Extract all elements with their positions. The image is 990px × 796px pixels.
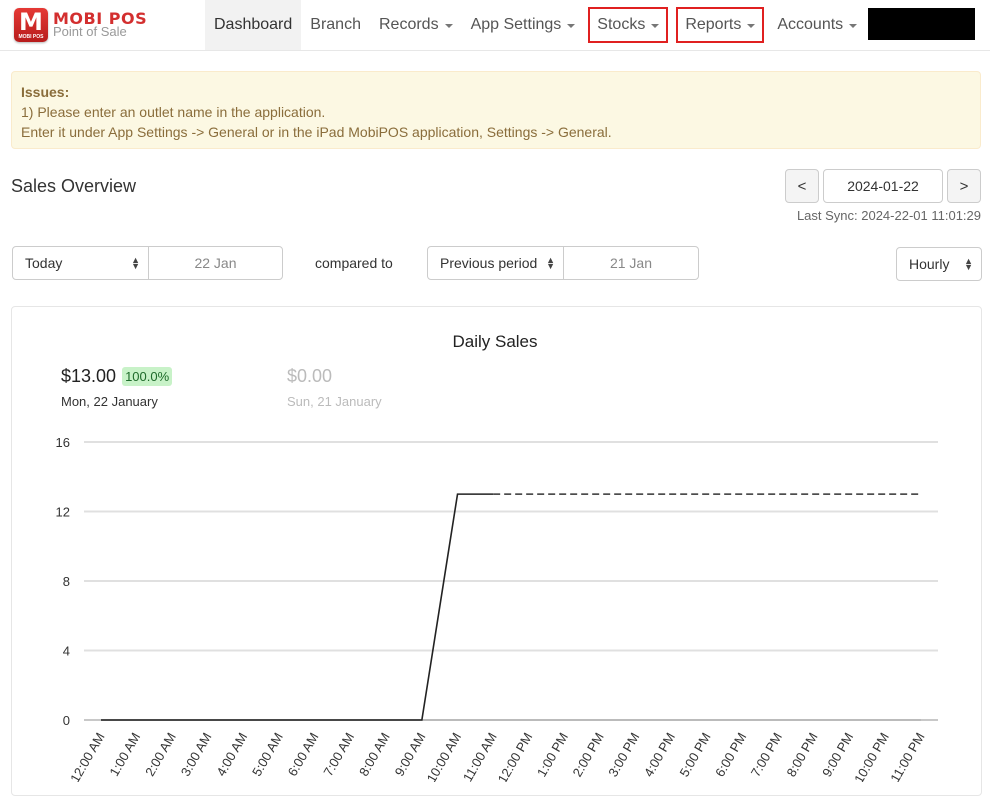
x-tick-label: 1:00 AM bbox=[106, 730, 143, 779]
x-tick-label: 1:00 PM bbox=[534, 730, 571, 779]
x-tick-label: 12:00 AM bbox=[67, 730, 107, 782]
x-tick-label: 8:00 PM bbox=[783, 730, 820, 779]
x-tick-label: 4:00 PM bbox=[641, 730, 678, 779]
x-tick-label: 11:00 AM bbox=[460, 730, 500, 782]
x-tick-label: 10:00 PM bbox=[851, 730, 892, 782]
x-tick-label: 5:00 PM bbox=[676, 730, 713, 779]
x-tick-label: 10:00 AM bbox=[424, 730, 464, 782]
y-tick-label: 0 bbox=[63, 713, 70, 728]
x-tick-label: 7:00 AM bbox=[320, 730, 357, 779]
x-tick-label: 2:00 PM bbox=[570, 730, 607, 779]
x-tick-label: 11:00 PM bbox=[887, 730, 927, 782]
x-tick-label: 12:00 PM bbox=[495, 730, 536, 782]
y-tick-label: 4 bbox=[63, 644, 70, 659]
x-tick-label: 5:00 AM bbox=[249, 730, 286, 779]
x-tick-label: 6:00 PM bbox=[712, 730, 749, 779]
series-line-0 bbox=[101, 493, 494, 721]
x-tick-label: 4:00 AM bbox=[213, 730, 250, 779]
x-tick-label: 9:00 AM bbox=[392, 730, 429, 779]
x-tick-label: 3:00 PM bbox=[605, 730, 642, 779]
y-tick-label: 8 bbox=[63, 574, 70, 589]
x-tick-label: 8:00 AM bbox=[356, 730, 393, 779]
x-tick-label: 7:00 PM bbox=[748, 730, 785, 779]
daily-sales-chart: 048121612:00 AM1:00 AM2:00 AM3:00 AM4:00… bbox=[56, 435, 938, 782]
y-tick-label: 12 bbox=[56, 505, 70, 520]
x-tick-label: 2:00 AM bbox=[142, 730, 179, 779]
x-tick-label: 3:00 AM bbox=[178, 730, 215, 779]
x-tick-label: 6:00 AM bbox=[285, 730, 322, 779]
x-tick-label: 9:00 PM bbox=[819, 730, 856, 779]
y-tick-label: 16 bbox=[56, 435, 70, 450]
